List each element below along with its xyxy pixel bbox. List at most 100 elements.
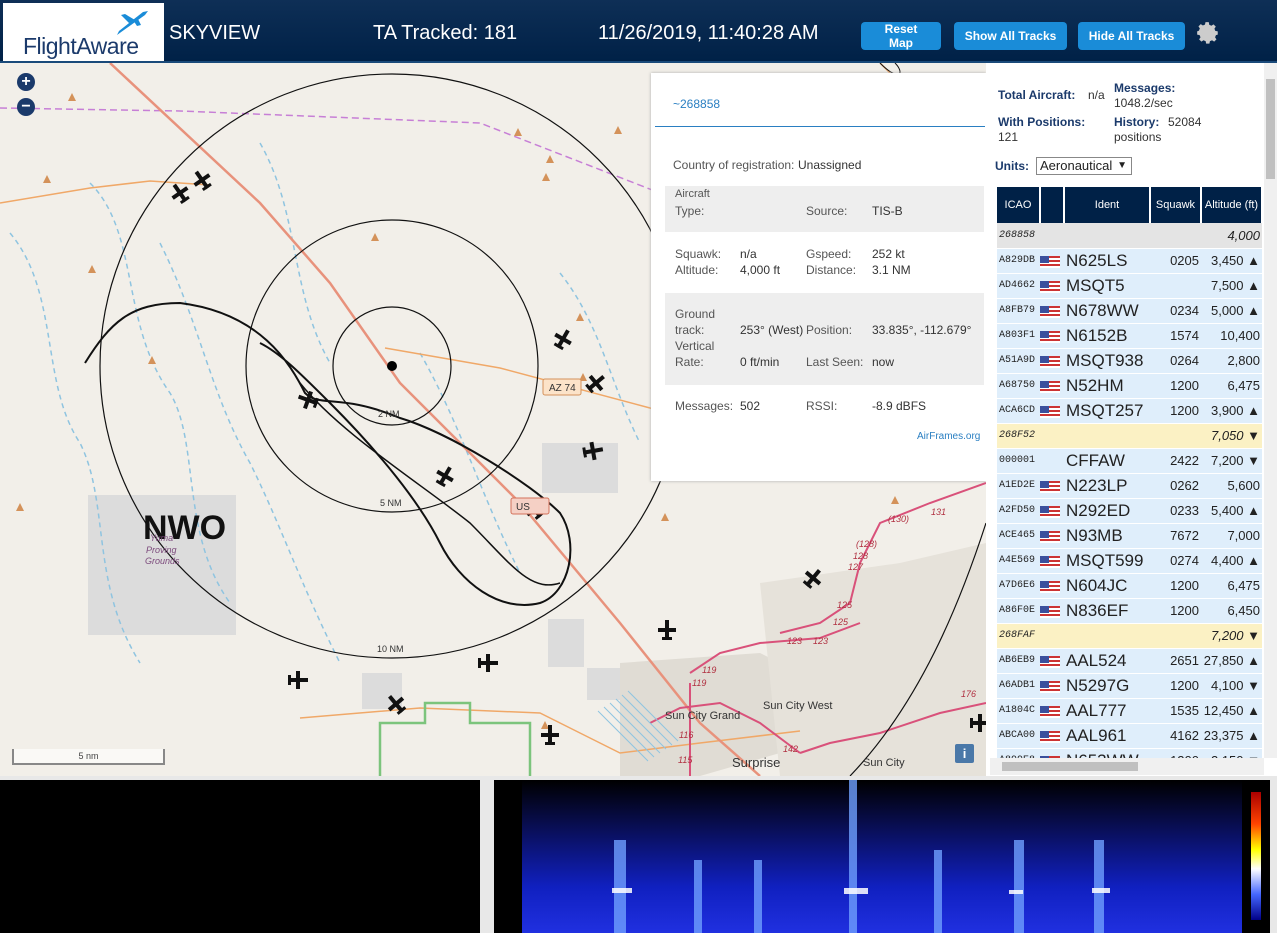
col-header-squawk[interactable]: Squawk <box>1150 187 1202 223</box>
table-row[interactable]: A6ADB1 N5297G 1200 4,100 ▼ <box>997 673 1262 699</box>
table-row[interactable]: A803F1 N6152B 1574 10,400 <box>997 323 1262 349</box>
country-label: Country of registration: <box>673 158 795 172</box>
table-row[interactable]: A51A9D MSQT938 0264 2,800 <box>997 348 1262 374</box>
aircraft-icon[interactable] <box>432 463 458 489</box>
road-number: 125 <box>833 617 849 627</box>
cell-ident: MSQT938 <box>1064 348 1150 374</box>
table-row[interactable]: 268858 4,000 <box>997 223 1262 249</box>
table-row[interactable]: A829DB N625LS 0205 3,450 ▲ <box>997 248 1262 274</box>
range-label-2nm: 2 NM <box>378 409 400 419</box>
aircraft-icon[interactable] <box>189 167 215 194</box>
datetime: 11/26/2019, 11:40:28 AM <box>598 22 819 44</box>
cell-flag <box>1040 673 1064 699</box>
road-number: 176 <box>961 689 976 699</box>
cell-flag <box>1040 523 1064 549</box>
history-label: History: <box>1114 115 1160 129</box>
table-row[interactable]: ACA6CD MSQT257 1200 3,900 ▲ <box>997 398 1262 424</box>
units-select[interactable]: Aeronautical ▼ <box>1036 157 1132 175</box>
cell-ident: AAL961 <box>1064 723 1150 749</box>
aircraft-icon[interactable] <box>583 370 610 397</box>
cell-altitude: 7,500 ▲ <box>1201 273 1262 299</box>
cell-squawk: 4162 <box>1150 723 1201 749</box>
map-scale-bar: 5 nm <box>12 749 165 765</box>
cell-icao: A68750 <box>997 373 1040 399</box>
zoom-in-button[interactable]: + <box>17 73 35 91</box>
col-header-icao[interactable]: ICAO <box>997 187 1041 223</box>
spectrogram-panel <box>494 780 1270 933</box>
us-flag-icon <box>1040 330 1060 343</box>
table-row[interactable]: A68750 N52HM 1200 6,475 <box>997 373 1262 399</box>
urban-area <box>587 668 623 700</box>
cell-altitude: 7,200 ▼ <box>1201 448 1262 474</box>
table-row[interactable]: 268F52 7,050 ▼ <box>997 423 1262 449</box>
road-number: 123 <box>787 636 802 646</box>
vertical-scrollbar[interactable] <box>1264 63 1277 758</box>
aircraft-icon[interactable] <box>288 671 308 689</box>
table-row[interactable]: A1804C AAL777 1535 12,450 ▲ <box>997 698 1262 724</box>
table-row[interactable]: A86F0E N836EF 1200 6,450 <box>997 598 1262 624</box>
cell-altitude: 23,375 ▲ <box>1201 723 1262 749</box>
gear-icon[interactable] <box>1195 20 1221 46</box>
road-number: 127 <box>848 562 864 572</box>
proving-label: Proving <box>146 545 177 555</box>
cell-flag <box>1040 548 1064 574</box>
cell-altitude: 2,800 <box>1201 348 1262 374</box>
aircraft-icon[interactable] <box>550 326 576 352</box>
cell-ident <box>1064 423 1150 449</box>
road-number: 119 <box>692 678 706 688</box>
cell-flag <box>1040 273 1064 299</box>
table-row[interactable]: ACE465 N93MB 7672 7,000 <box>997 523 1262 549</box>
map-view[interactable]: AZ 74 US 2 NM 5 NM 10 NM NWO Yuma Provin… <box>0 63 986 776</box>
us-flag-icon <box>1040 505 1060 518</box>
hide-all-tracks-button[interactable]: Hide All Tracks <box>1078 22 1185 50</box>
type-label: Type: <box>675 204 705 218</box>
cell-squawk <box>1150 623 1201 649</box>
table-row[interactable]: AB6EB9 AAL524 2651 27,850 ▲ <box>997 648 1262 674</box>
cell-ident: N836EF <box>1064 598 1150 624</box>
surprise-label: Surprise <box>732 755 780 770</box>
urban-area <box>548 619 584 667</box>
table-body: 268858 4,000 A829DB N625LS 0205 3,450 ▲ AD4662… <box>997 223 1262 774</box>
cell-altitude: 6,450 <box>1201 598 1262 624</box>
cell-squawk: 0205 <box>1150 248 1201 274</box>
scrollbar-thumb[interactable] <box>1002 762 1138 771</box>
info-icon[interactable]: i <box>955 744 974 763</box>
zoom-out-button[interactable]: − <box>17 98 35 116</box>
horizontal-scrollbar[interactable] <box>990 758 1264 775</box>
us-flag-icon <box>1040 705 1060 718</box>
cell-squawk <box>1150 423 1201 449</box>
cell-ident: N223LP <box>1064 473 1150 499</box>
airframes-link[interactable]: AirFrames.org <box>917 431 980 442</box>
col-header-ident[interactable]: Ident <box>1064 187 1151 223</box>
table-row[interactable]: 000001 CFFAW 2422 7,200 ▼ <box>997 448 1262 474</box>
table-row[interactable]: ABCA00 AAL961 4162 23,375 ▲ <box>997 723 1262 749</box>
cell-flag <box>1040 423 1064 449</box>
history-positions: positions <box>1114 130 1162 144</box>
aircraft-icon[interactable] <box>478 654 498 672</box>
cell-squawk: 0264 <box>1150 348 1201 374</box>
total-aircraft-label: Total Aircraft: <box>998 88 1076 102</box>
cell-ident: N93MB <box>1064 523 1150 549</box>
popup-hex[interactable]: ~268858 <box>673 97 720 111</box>
scrollbar-thumb[interactable] <box>1266 79 1275 179</box>
altitude-value: 4,000 ft <box>740 263 781 277</box>
show-all-tracks-button[interactable]: Show All Tracks <box>954 22 1067 50</box>
col-header-flag[interactable] <box>1040 187 1065 223</box>
cell-ident: MSQT5 <box>1064 273 1150 299</box>
cell-squawk <box>1150 223 1201 249</box>
reset-map-button[interactable]: Reset Map <box>861 22 941 50</box>
table-row[interactable]: A2FD50 N292ED 0233 5,400 ▲ <box>997 498 1262 524</box>
cell-ident: N678WW <box>1064 298 1150 324</box>
table-row[interactable]: A7D6E6 N604JC 1200 6,475 <box>997 573 1262 599</box>
aircraft-icon[interactable] <box>658 620 676 640</box>
gspeed-value: 252 kt <box>872 247 905 261</box>
table-row[interactable]: AD4662 MSQT5 7,500 ▲ <box>997 273 1262 299</box>
col-header-altitude[interactable]: Altitude (ft) <box>1201 187 1263 223</box>
table-row[interactable]: A1ED2E N223LP 0262 5,600 <box>997 473 1262 499</box>
table-row[interactable]: A4E569 MSQT599 0274 4,400 ▲ <box>997 548 1262 574</box>
cell-flag <box>1040 348 1064 374</box>
table-row[interactable]: A8FB79 N678WW 0234 5,000 ▲ <box>997 298 1262 324</box>
position-label: Position: <box>806 323 853 337</box>
table-row[interactable]: 268FAF 7,200 ▼ <box>997 623 1262 649</box>
flightaware-logo[interactable]: FlightAware <box>3 3 164 61</box>
